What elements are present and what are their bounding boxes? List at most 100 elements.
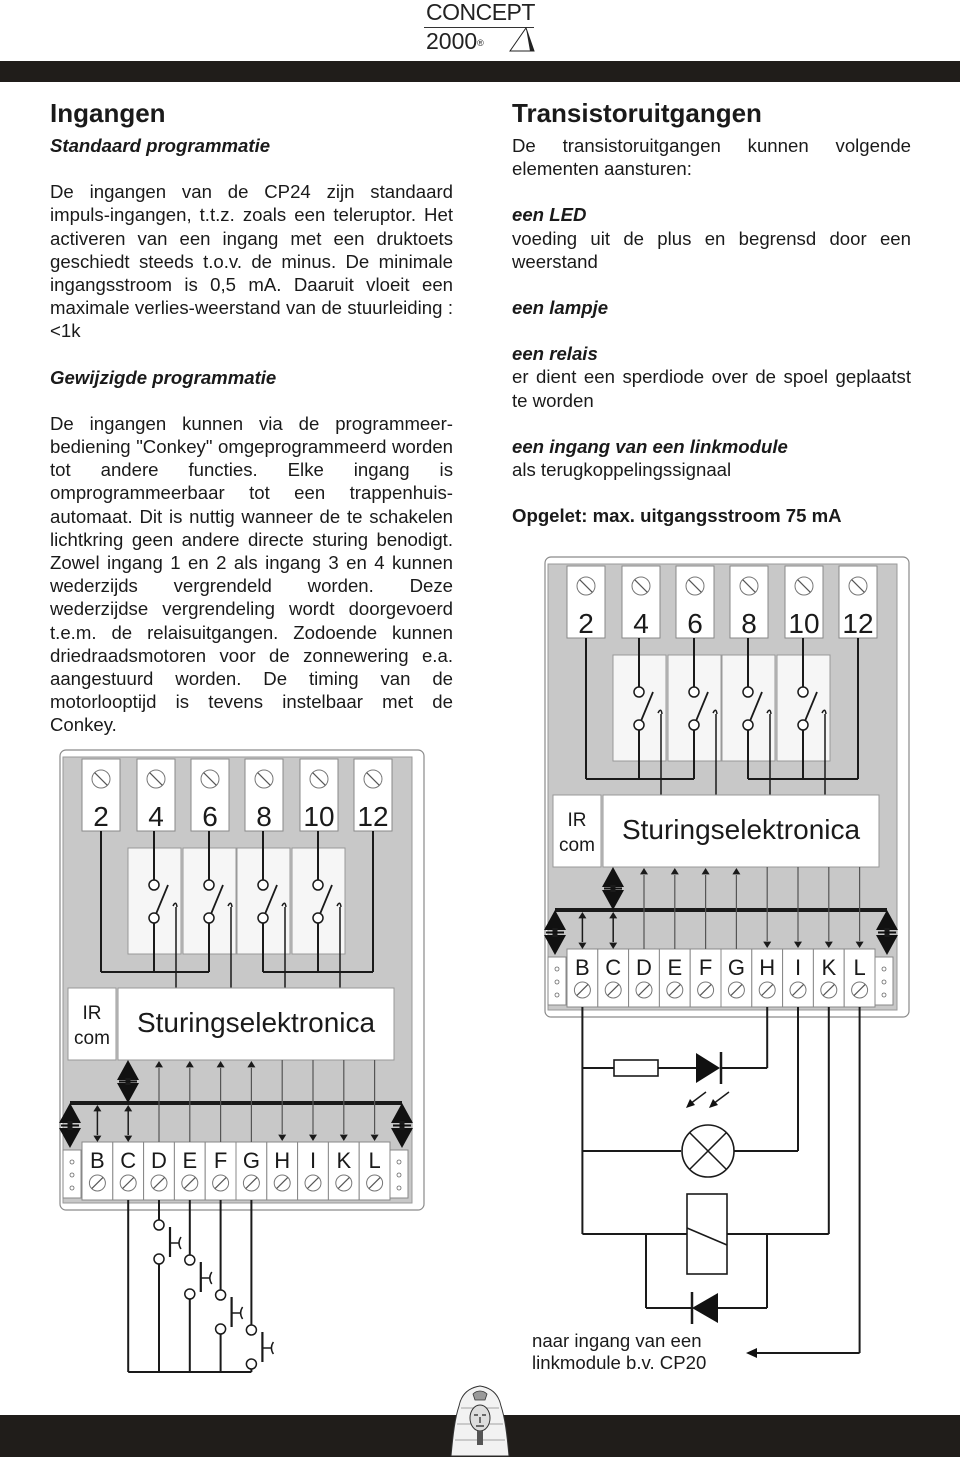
terminal-label: G [728,955,745,980]
terminal-label: 12 [842,608,873,639]
terminal-label: 4 [148,801,164,832]
terminal-label: D [151,1148,167,1173]
bottom-terminal-I: I [782,948,814,1008]
terminal-label: E [667,955,682,980]
bottom-terminal-D: D [628,948,660,1008]
bottom-terminal-G: G [720,948,753,1008]
pushbutton-contact [184,1288,196,1300]
terminal-label: 10 [788,608,819,639]
bottom-terminal-I: I [297,1141,329,1201]
top-terminal-12: 12 [353,758,393,832]
pushbutton-contact [153,1219,165,1231]
annotation-line1: naar ingang van een [532,1330,702,1351]
top-terminal-2: 2 [81,758,121,832]
com-label: com [74,1028,110,1049]
controller-label: Sturingselektronica [137,1007,376,1038]
resistor-icon [613,1059,659,1077]
ir-label: IR [83,1003,102,1024]
top-terminal-8: 8 [729,565,769,639]
contact-upper [203,879,215,891]
ir-label: IR [568,810,587,831]
top-terminal-6: 6 [190,758,230,832]
terminal-label: 10 [303,801,334,832]
terminal-label: F [699,955,712,980]
pushbutton-head [239,1306,244,1320]
bottom-terminal-B: B [566,948,599,1008]
contact-lower [203,912,215,924]
contact-lower [688,719,700,731]
linkmodule-arrow-head [746,1348,757,1358]
bottom-terminal-H: H [751,948,784,1008]
output-wiring-diagram: 2 4 6 8 10 12IRcomSturingselektronicaB C D E F G H I… [544,556,910,1018]
pushbutton-circuit [127,1200,275,1373]
pushbutton-contact [184,1254,196,1266]
terminal-label: 2 [93,801,109,832]
terminal-label: C [120,1148,136,1173]
controller-box: Sturingselektronica [117,987,395,1061]
contact-upper [633,686,645,698]
ir-com-rect [67,987,117,1061]
terminal-label: 6 [687,608,703,639]
terminal-label: D [636,955,652,980]
freewheel-diode-icon [692,1293,718,1323]
terminal-label: K [336,1148,351,1173]
bottom-terminal-F: F [204,1141,237,1201]
bottom-terminal-E: E [658,948,691,1008]
led-diode-icon [696,1053,720,1083]
terminal-label: B [575,955,590,980]
terminal-label: 4 [633,608,649,639]
terminal-label: F [214,1148,227,1173]
bottom-terminal-L: L [843,948,876,1008]
top-terminal-4: 4 [621,565,661,639]
terminal-label: E [182,1148,197,1173]
contact-lower [312,912,324,924]
pushbutton-head [178,1236,182,1250]
contact-upper [742,686,754,698]
contact-upper [797,686,809,698]
contact-lower [797,719,809,731]
pushbutton-contact [214,1289,227,1301]
bottom-terminal-G: G [235,1141,268,1201]
terminal-label: L [368,1148,380,1173]
bottom-terminal-H: H [266,1141,299,1201]
pushbutton-head [209,1271,213,1285]
terminal-label: C [605,955,621,980]
contact-upper [257,879,269,891]
wiring-diagrams: 2 4 6 8 10 12IRcomSturingselektronicaB C D E F G H I… [59,556,910,1373]
pushbutton-contact [153,1253,165,1265]
linkmodule-annotation: naar ingang van een linkmodule b.v. CP20 [532,1330,706,1374]
bottom-terminal-E: E [173,1141,206,1201]
top-terminal-10: 10 [299,758,339,832]
bottom-terminal-K: K [812,948,845,1008]
terminal-label: I [795,955,801,980]
contact-upper [312,879,324,891]
top-terminal-12: 12 [838,565,878,639]
contact-upper [688,686,700,698]
bottom-terminal-K: K [327,1141,360,1201]
terminal-label: I [310,1148,316,1173]
side-block-rect [389,1149,409,1199]
terminal-label: 8 [741,608,757,639]
side-block-rect [547,956,567,1006]
side-block-right [874,956,894,1006]
ir-com-rect [552,794,602,868]
terminal-label: H [274,1148,290,1173]
side-block-rect [62,1149,82,1199]
pharaoh-logo-icon [450,1385,510,1457]
contact-lower [148,912,160,924]
terminal-label: B [90,1148,105,1173]
side-block-rect [874,956,894,1006]
terminal-label: 2 [578,608,594,639]
top-terminal-10: 10 [784,565,824,639]
annotation-line2: linkmodule b.v. CP20 [532,1352,707,1373]
terminal-label: G [243,1148,260,1173]
pushbutton-contact [245,1358,258,1370]
output-load-circuit [581,1007,861,1358]
relay-coil-icon [686,1193,728,1275]
top-terminal-8: 8 [244,758,284,832]
contact-upper [148,879,160,891]
terminal-label: H [759,955,775,980]
contact-lower [257,912,269,924]
terminal-label: 6 [202,801,218,832]
ir-com-box: IR com [67,987,117,1061]
